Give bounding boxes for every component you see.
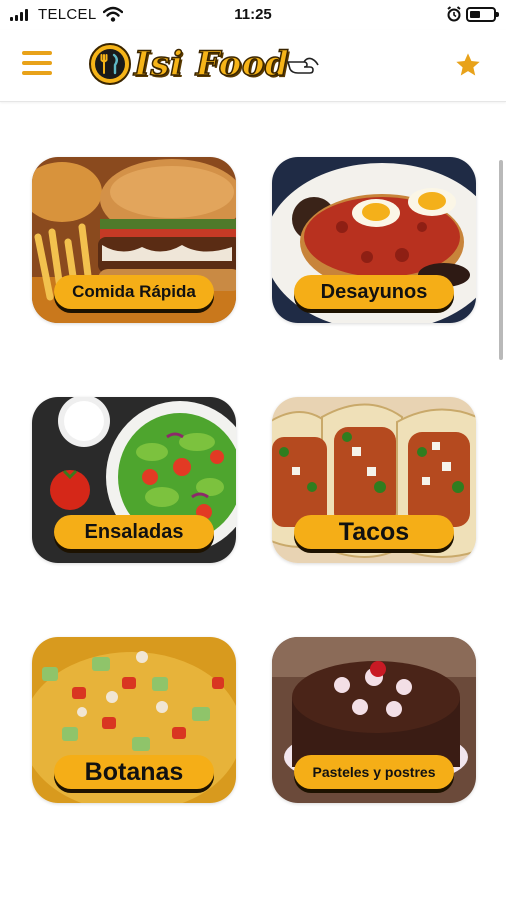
hamburger-menu-icon[interactable] — [22, 51, 54, 77]
battery-icon — [466, 7, 499, 22]
category-card-tacos[interactable]: Tacos — [272, 397, 476, 563]
category-card-ensaladas[interactable]: Ensaladas — [32, 397, 236, 563]
category-label: Botanas — [54, 755, 214, 789]
brand-logo-text: Isi Food — [133, 43, 290, 85]
category-label: Desayunos — [294, 275, 454, 309]
category-label: Comida Rápida — [54, 275, 214, 309]
category-card-comida-rapida[interactable]: Comida Rápida — [32, 157, 236, 323]
status-time: 11:25 — [234, 6, 272, 23]
category-label: Pasteles y postres — [294, 755, 454, 789]
app-bar: Isi Food — [0, 30, 506, 102]
pointing-hand-icon — [286, 57, 319, 74]
logo-icon — [89, 43, 131, 85]
alarm-icon — [447, 6, 461, 22]
category-card-botanas[interactable]: Botanas — [32, 637, 236, 803]
category-card-pasteles-y-postres[interactable]: Pasteles y postres — [272, 637, 476, 803]
category-label: Tacos — [294, 515, 454, 549]
category-card-desayunos[interactable]: Desayunos — [272, 157, 476, 323]
star-icon[interactable] — [454, 51, 482, 79]
status-bar: TELCEL 11:25 — [0, 0, 506, 30]
vertical-scrollbar[interactable] — [499, 160, 503, 360]
category-label: Ensaladas — [54, 515, 214, 549]
